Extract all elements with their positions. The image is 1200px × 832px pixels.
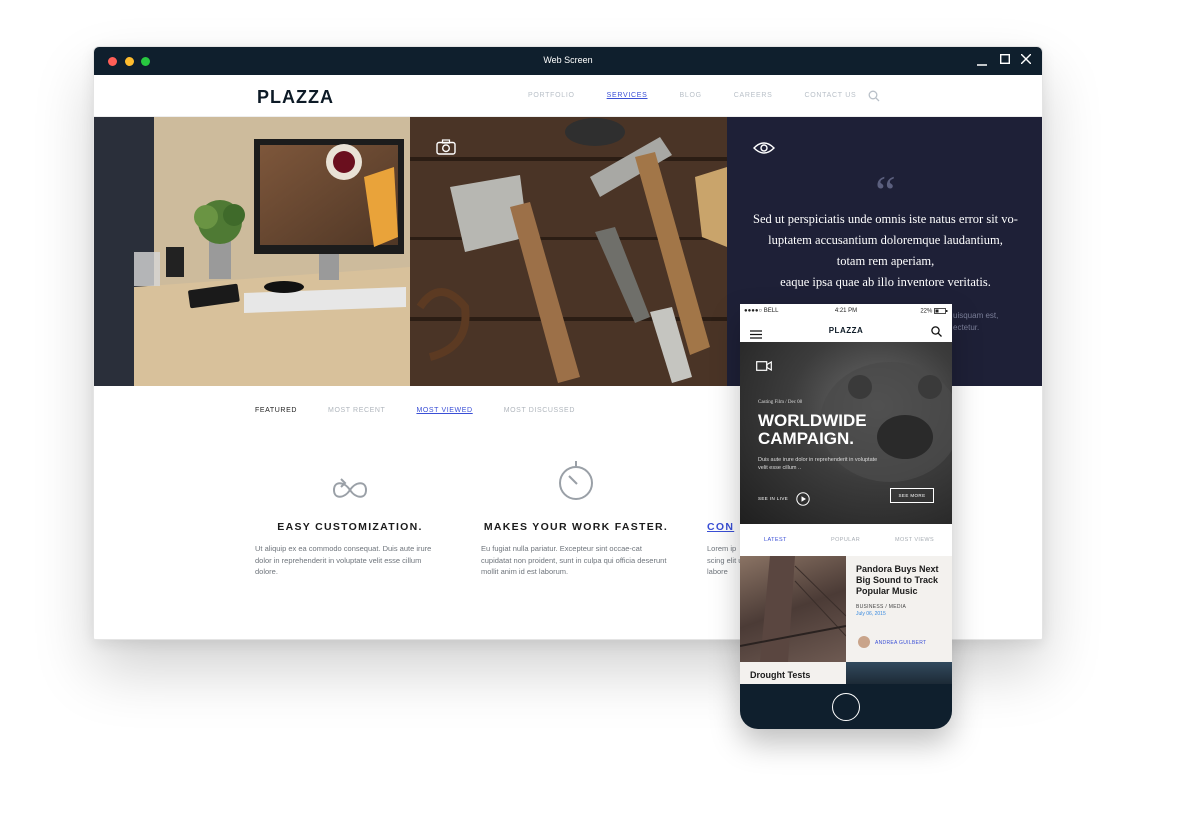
article-category: BUSINESS / MEDIA [856, 604, 907, 610]
nav-contact-us[interactable]: CONTACT US [805, 92, 857, 99]
feature-title: MAKES YOUR WORK FASTER. [483, 521, 669, 533]
minimize-button[interactable] [974, 51, 990, 66]
tab-popular[interactable]: POPULAR [831, 537, 860, 543]
tab-most-views[interactable]: MOST VIEWS [895, 537, 934, 543]
see-in-live-button[interactable]: SEE IN LIVE [758, 492, 810, 506]
tab-most-discussed[interactable]: MOST DISCUSSED [504, 407, 575, 414]
maximize-button[interactable] [997, 51, 1013, 64]
bridge-photo[interactable] [740, 556, 847, 662]
site-logo[interactable]: PLAZZA [257, 87, 334, 108]
nav-portfolio[interactable]: PORTFOLIO [528, 92, 575, 99]
nav-careers[interactable]: CAREERS [734, 92, 773, 99]
tab-most-viewed[interactable]: MOST VIEWED [416, 407, 472, 414]
window-title: Web Screen [543, 55, 593, 65]
quote-line: eaque ipsa quae ab illo inventore verita… [780, 275, 991, 289]
tools-photo [410, 117, 727, 386]
feature-text: Eu fugiat nulla pariatur. Excepteur sint… [481, 544, 667, 576]
feature-title: EASY CUSTOMIZATION. [277, 521, 423, 533]
content-tabs: FEATURED MOST RECENT MOST VIEWED MOST DI… [255, 407, 606, 414]
battery-label: 22% [920, 308, 948, 315]
video-camera-icon [756, 358, 772, 376]
site-navbar: PLAZZA PORTFOLIO SERVICES BLOG CAREERS C… [94, 75, 1042, 117]
quote-line: luptatem accusantium doloremque laudanti… [768, 233, 1003, 247]
quote-subtext: uisquam est, ectetur. [953, 310, 998, 334]
nav-blog[interactable]: BLOG [680, 92, 702, 99]
tab-most-recent[interactable]: MOST RECENT [328, 407, 385, 414]
site-nav: PORTFOLIO SERVICES BLOG CAREERS CONTACT … [528, 92, 888, 99]
hero-title-line: WORLDWIDE [758, 411, 867, 430]
phone-tabs: LATEST POPULAR MOST VIEWS [740, 524, 952, 556]
close-icon [1021, 54, 1031, 64]
maximize-icon [1000, 54, 1010, 64]
phone-mockup: ●●●●○ BELL 4:21 PM 22% PLAZZA Casting Fi… [740, 304, 952, 729]
hero-description: Duis aute irure dolor in reprehenderit i… [758, 457, 878, 471]
article-date: July 06, 2015 [856, 611, 886, 617]
bridge-illustration [740, 556, 847, 662]
close-button[interactable] [1018, 51, 1034, 64]
feature-text: Ut aliquip ex ea commodo consequat. Duis… [255, 544, 432, 576]
avatar [858, 636, 870, 648]
minimize-icon [977, 64, 987, 66]
tools-illustration [410, 117, 727, 386]
quote-line: Sed ut perspiciatis unde omnis iste natu… [753, 212, 1018, 226]
see-more-button[interactable]: SEE MORE [890, 488, 934, 503]
hero-title: WORLDWIDE CAMPAIGN. [758, 412, 867, 448]
infinity-icon [255, 457, 445, 503]
article-title[interactable]: Drought Tests [750, 670, 810, 680]
tab-latest[interactable]: LATEST [764, 537, 787, 543]
desk-photo [94, 117, 410, 386]
tab-featured[interactable]: FEATURED [255, 407, 297, 414]
window-titlebar: Web Screen [94, 47, 1042, 75]
feature-faster: MAKES YOUR WORK FASTER. Eu fugiat nulla … [481, 457, 671, 578]
article-title[interactable]: Pandora Buys Next Big Sound to Track Pop… [856, 564, 946, 597]
hero-category: Casting Film / Dec 08 [758, 400, 803, 405]
phone-card-list: Pandora Buys Next Big Sound to Track Pop… [740, 556, 952, 684]
search-icon[interactable] [931, 324, 942, 342]
quote-sub-line: ectetur. [953, 323, 980, 332]
feature-customization: EASY CUSTOMIZATION. Ut aliquip ex ea com… [255, 457, 445, 578]
desk-illustration [94, 117, 410, 386]
home-button[interactable] [832, 693, 860, 721]
camera-icon [436, 139, 456, 160]
timer-icon [481, 457, 671, 503]
nav-services[interactable]: SERVICES [607, 92, 648, 99]
hero-title-line: CAMPAIGN. [758, 429, 855, 448]
battery-percent: 22% [920, 308, 933, 315]
phone-status-bar: ●●●●○ BELL 4:21 PM 22% [740, 304, 952, 318]
phone-hero: Casting Film / Dec 08 WORLDWIDE CAMPAIGN… [740, 342, 952, 524]
quote-sub-line: uisquam est, [953, 311, 999, 320]
play-icon [796, 492, 810, 506]
quote-text: Sed ut perspiciatis unde omnis iste natu… [745, 209, 1026, 293]
quote-line: totam rem aperiam, [836, 254, 935, 268]
eye-icon [753, 141, 775, 160]
article-thumbnail[interactable] [846, 662, 952, 684]
article-author[interactable]: ANDREA GUILBERT [875, 640, 926, 646]
battery-icon [934, 308, 948, 314]
phone-navbar: PLAZZA [740, 318, 952, 342]
search-icon[interactable] [868, 89, 880, 107]
see-in-live-label: SEE IN LIVE [758, 496, 789, 502]
phone-logo[interactable]: PLAZZA [740, 326, 952, 335]
